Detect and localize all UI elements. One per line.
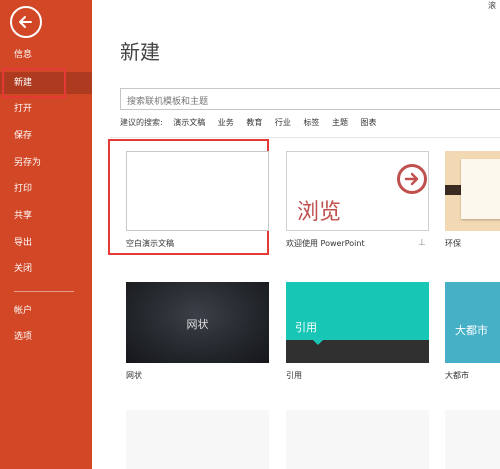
mesh-thumb-text: 网状 [186,318,209,331]
suggest-link-themes[interactable]: 主题 [332,118,348,127]
template-thumb-welcome[interactable]: 浏览 [286,151,429,231]
sidebar-item-share[interactable]: 共享 [0,205,92,227]
template-thumb-placeholder[interactable] [445,410,500,469]
suggest-link-presentations[interactable]: 演示文稿 [173,118,205,127]
quote-thumb-text: 引用 [295,321,317,334]
window-edge-text: 滚 [488,1,496,10]
quote-thumb-notch [312,339,324,345]
suggest-link-industry[interactable]: 行业 [275,118,291,127]
template-thumb-eco[interactable] [445,151,500,231]
template-label-mesh[interactable]: 网状 [126,370,142,381]
metro-thumb-text: 大都市 [455,324,488,337]
template-thumb-placeholder[interactable] [286,410,429,469]
template-thumb-metro[interactable]: 大都市 [445,282,500,363]
suggested-searches: 建议的搜索: 演示文稿 业务 教育 行业 标签 主题 图表 [120,116,387,130]
template-label-eco[interactable]: 环保 [445,238,461,249]
sidebar-item-export[interactable]: 导出 [0,232,92,254]
active-item-highlight [2,68,66,98]
template-search-input[interactable] [121,92,500,112]
back-button[interactable] [10,6,42,38]
sidebar-item-info[interactable]: 信息 [0,44,92,66]
sidebar-divider [14,291,74,292]
template-label-quote[interactable]: 引用 [286,370,302,381]
sidebar-item-open[interactable]: 打开 [0,98,92,120]
welcome-thumb-text: 浏览 [297,200,342,225]
pin-icon[interactable]: ⊥ [418,238,426,248]
sidebar-item-options[interactable]: 选项 [0,326,92,348]
sidebar-item-close[interactable]: 关闭 [0,258,92,280]
template-thumb-mesh[interactable]: 网状 [126,282,269,363]
template-thumb-blank[interactable] [126,151,269,231]
page-title: 新建 [120,40,160,64]
template-label-welcome[interactable]: 欢迎使用 PowerPoint [286,238,365,249]
suggested-searches-label: 建议的搜索: [120,118,163,127]
suggest-link-business[interactable]: 业务 [218,118,234,127]
back-arrow-icon [19,16,32,28]
template-label-metro[interactable]: 大都市 [445,370,469,381]
sidebar-item-save[interactable]: 保存 [0,125,92,147]
template-label-blank[interactable]: 空白演示文稿 [126,238,174,249]
suggest-link-education[interactable]: 教育 [246,118,262,127]
sidebar-item-save-as[interactable]: 另存为 [0,152,92,174]
template-thumb-quote[interactable]: 引用 [286,282,429,363]
eco-thumb-card [461,159,500,219]
template-search-box[interactable] [120,88,500,112]
sidebar-item-account[interactable]: 帐户 [0,300,92,322]
suggest-link-labels[interactable]: 标签 [303,118,319,127]
suggest-link-charts[interactable]: 图表 [361,118,377,127]
quote-thumb-band [286,340,429,363]
sidebar-item-print[interactable]: 打印 [0,178,92,200]
template-thumb-placeholder[interactable] [126,410,269,469]
section-divider [110,137,500,138]
arrow-right-icon [397,164,427,194]
